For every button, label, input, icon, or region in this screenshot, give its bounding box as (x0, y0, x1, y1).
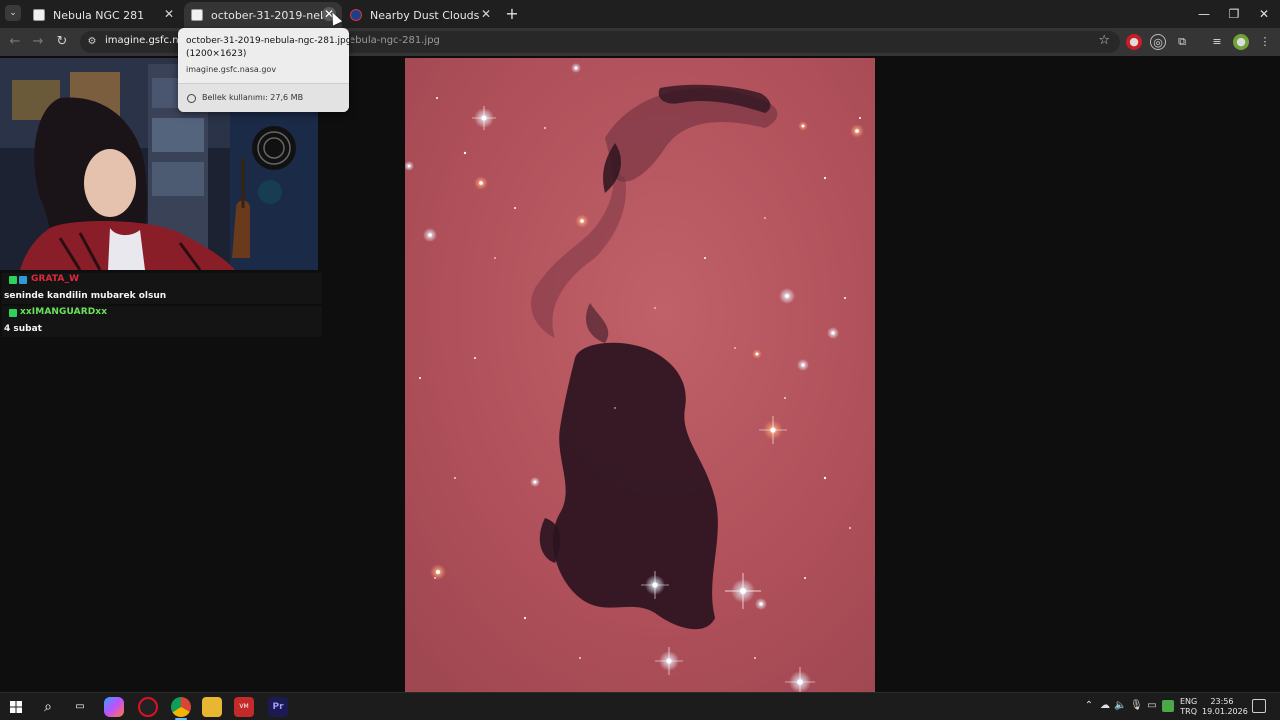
input-language[interactable]: ENG TRQ (1180, 697, 1197, 717)
screen: ⌄ Nebula NGC 281 ✕ october-31-2019-nebul… (0, 0, 1280, 720)
close-window-button[interactable]: ✕ (1255, 5, 1273, 23)
chat-badges (9, 309, 17, 317)
system-clock[interactable]: 23:56 19.01.2026 (1202, 697, 1248, 717)
document-icon (33, 9, 45, 21)
clock-time: 23:56 (1210, 697, 1234, 706)
tab-title: Nebula NGC 281 (53, 8, 145, 22)
taskbar: ⌕ ▭ VM Pr ⌃ ☁ 🔈 🎙 ▭ ENG TRQ 23:56 19.01.… (0, 692, 1280, 720)
tab-nebula-ngc-281[interactable]: Nebula NGC 281 ✕ (26, 2, 182, 28)
nasa-icon (350, 9, 362, 21)
reload-button[interactable]: ↻ (53, 33, 71, 51)
obs-app-icon[interactable] (138, 697, 158, 717)
extension-circle-icon[interactable]: ◎ (1150, 34, 1166, 50)
moderator-badge-icon (9, 276, 17, 284)
network-icon[interactable]: ▭ (1146, 700, 1158, 712)
site-info-icon[interactable]: ⚙ (85, 35, 99, 49)
cloud-icon[interactable]: ☁ (1099, 700, 1111, 712)
tab-nearby-dust-clouds[interactable]: Nearby Dust Clouds in the Milk ✕ (343, 2, 499, 28)
file-explorer-icon[interactable] (202, 697, 222, 717)
hover-card-host: imagine.gsfc.nasa.gov (186, 65, 277, 74)
copilot-icon[interactable] (104, 697, 124, 717)
tab-october-31-2019-nebula[interactable]: october-31-2019-nebula-ngc-2 ✕ (184, 2, 342, 28)
search-icon[interactable]: ⌕ (38, 697, 58, 717)
close-icon[interactable]: ✕ (162, 7, 176, 21)
chat-username: GRATA_W (31, 274, 80, 284)
language-code: ENG (1180, 697, 1198, 706)
tab-title: october-31-2019-nebula-ngc-2 (211, 8, 323, 22)
extensions-puzzle-icon[interactable]: ⧉ (1174, 34, 1190, 50)
menu-kebab-icon[interactable]: ⋮ (1257, 34, 1273, 50)
hover-card-dimensions: (1200×1623) (186, 49, 247, 59)
chevron-up-icon[interactable]: ⌃ (1083, 700, 1095, 712)
new-tab-button[interactable]: + (503, 5, 521, 23)
chat-overlay: GRATA_W seninde kandilin mubarek olsun x… (0, 273, 324, 339)
minimize-button[interactable]: — (1195, 5, 1213, 23)
tab-strip: ⌄ Nebula NGC 281 ✕ october-31-2019-nebul… (0, 0, 1280, 28)
memory-gauge-icon (187, 94, 196, 103)
back-button[interactable]: ← (6, 33, 24, 51)
forward-button[interactable]: → (29, 33, 47, 51)
chat-badges (9, 276, 27, 284)
notification-center-icon[interactable] (1252, 699, 1266, 713)
voicemeeter-icon[interactable]: VM (234, 697, 254, 717)
windows-start-icon[interactable] (6, 697, 26, 717)
chat-username: xxIMANGUARDxx (20, 307, 108, 317)
chat-message: GRATA_W seninde kandilin mubarek olsun (0, 273, 324, 306)
chat-message-text: seninde kandilin mubarek olsun (4, 291, 167, 301)
close-icon[interactable]: ✕ (479, 7, 493, 21)
chat-message-text: 4 subat (4, 324, 42, 334)
bookmark-star-icon[interactable]: ☆ (1098, 33, 1110, 48)
task-view-icon[interactable]: ▭ (70, 697, 90, 717)
profile-avatar[interactable]: ● (1233, 34, 1249, 50)
media-control-icon[interactable]: ≡ (1209, 34, 1225, 50)
tray-app-icon[interactable] (1162, 700, 1174, 712)
moderator-badge-icon (9, 309, 17, 317)
clock-date: 19.01.2026 (1202, 707, 1248, 716)
chat-message: xxIMANGUARDxx 4 subat (0, 306, 324, 339)
hover-card-memory: Bellek kullanımı: 27,6 MB (202, 93, 304, 102)
tab-title: Nearby Dust Clouds in the Milk (370, 8, 480, 22)
extension-red-icon[interactable]: ● (1126, 34, 1142, 50)
volume-icon[interactable]: 🔈 (1114, 700, 1126, 712)
address-path: ebula-ngc-281.jpg (349, 35, 440, 46)
tab-search-button[interactable]: ⌄ (5, 5, 21, 21)
restore-button[interactable]: ❐ (1225, 5, 1243, 23)
tab-hover-card: october-31-2019-nebula-ngc-281.jpg (1200… (178, 28, 352, 112)
premiere-pro-icon[interactable]: Pr (268, 697, 288, 717)
vip-badge-icon (19, 276, 27, 284)
document-icon (191, 9, 203, 21)
chat-text-background (2, 323, 322, 337)
nebula-image[interactable] (405, 58, 875, 692)
microphone-icon[interactable]: 🎙 (1130, 700, 1143, 712)
hover-card-title: october-31-2019-nebula-ngc-281.jpg (186, 36, 352, 46)
keyboard-layout: TRQ (1180, 707, 1197, 716)
chrome-app-icon[interactable] (171, 697, 191, 720)
